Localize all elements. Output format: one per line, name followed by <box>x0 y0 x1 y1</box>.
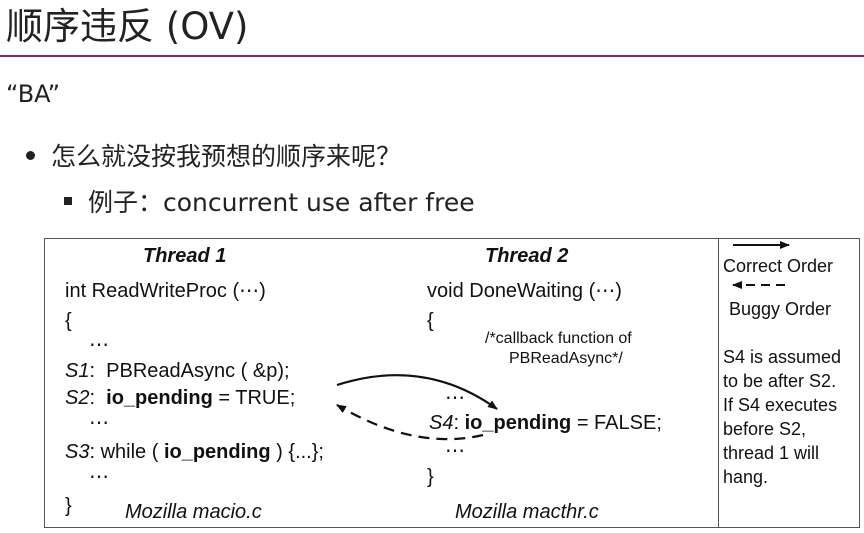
slide-title: 顺序违反 (OV) <box>6 5 249 48</box>
bullet-level1: 怎么就没按我预想的顺序来呢？ <box>26 137 401 173</box>
bullet-dot-icon <box>26 150 35 160</box>
correct-order-arrow <box>336 374 498 410</box>
title-rule <box>0 55 864 57</box>
code-figure: Thread 1 int ReadWriteProc (⋯) { ⋯ S1: P… <box>44 238 860 528</box>
bullet-level1-text: 怎么就没按我预想的顺序来呢？ <box>51 142 402 171</box>
arrows-overlay <box>336 241 790 441</box>
bullet-level2: 例子：concurrent use after free <box>64 183 475 219</box>
buggy-order-arrow <box>336 404 484 441</box>
slide-subtitle: “BA” <box>6 80 61 108</box>
bullet-level2-text: 例子：concurrent use after free <box>88 188 475 217</box>
bullet-square-icon <box>64 197 72 205</box>
